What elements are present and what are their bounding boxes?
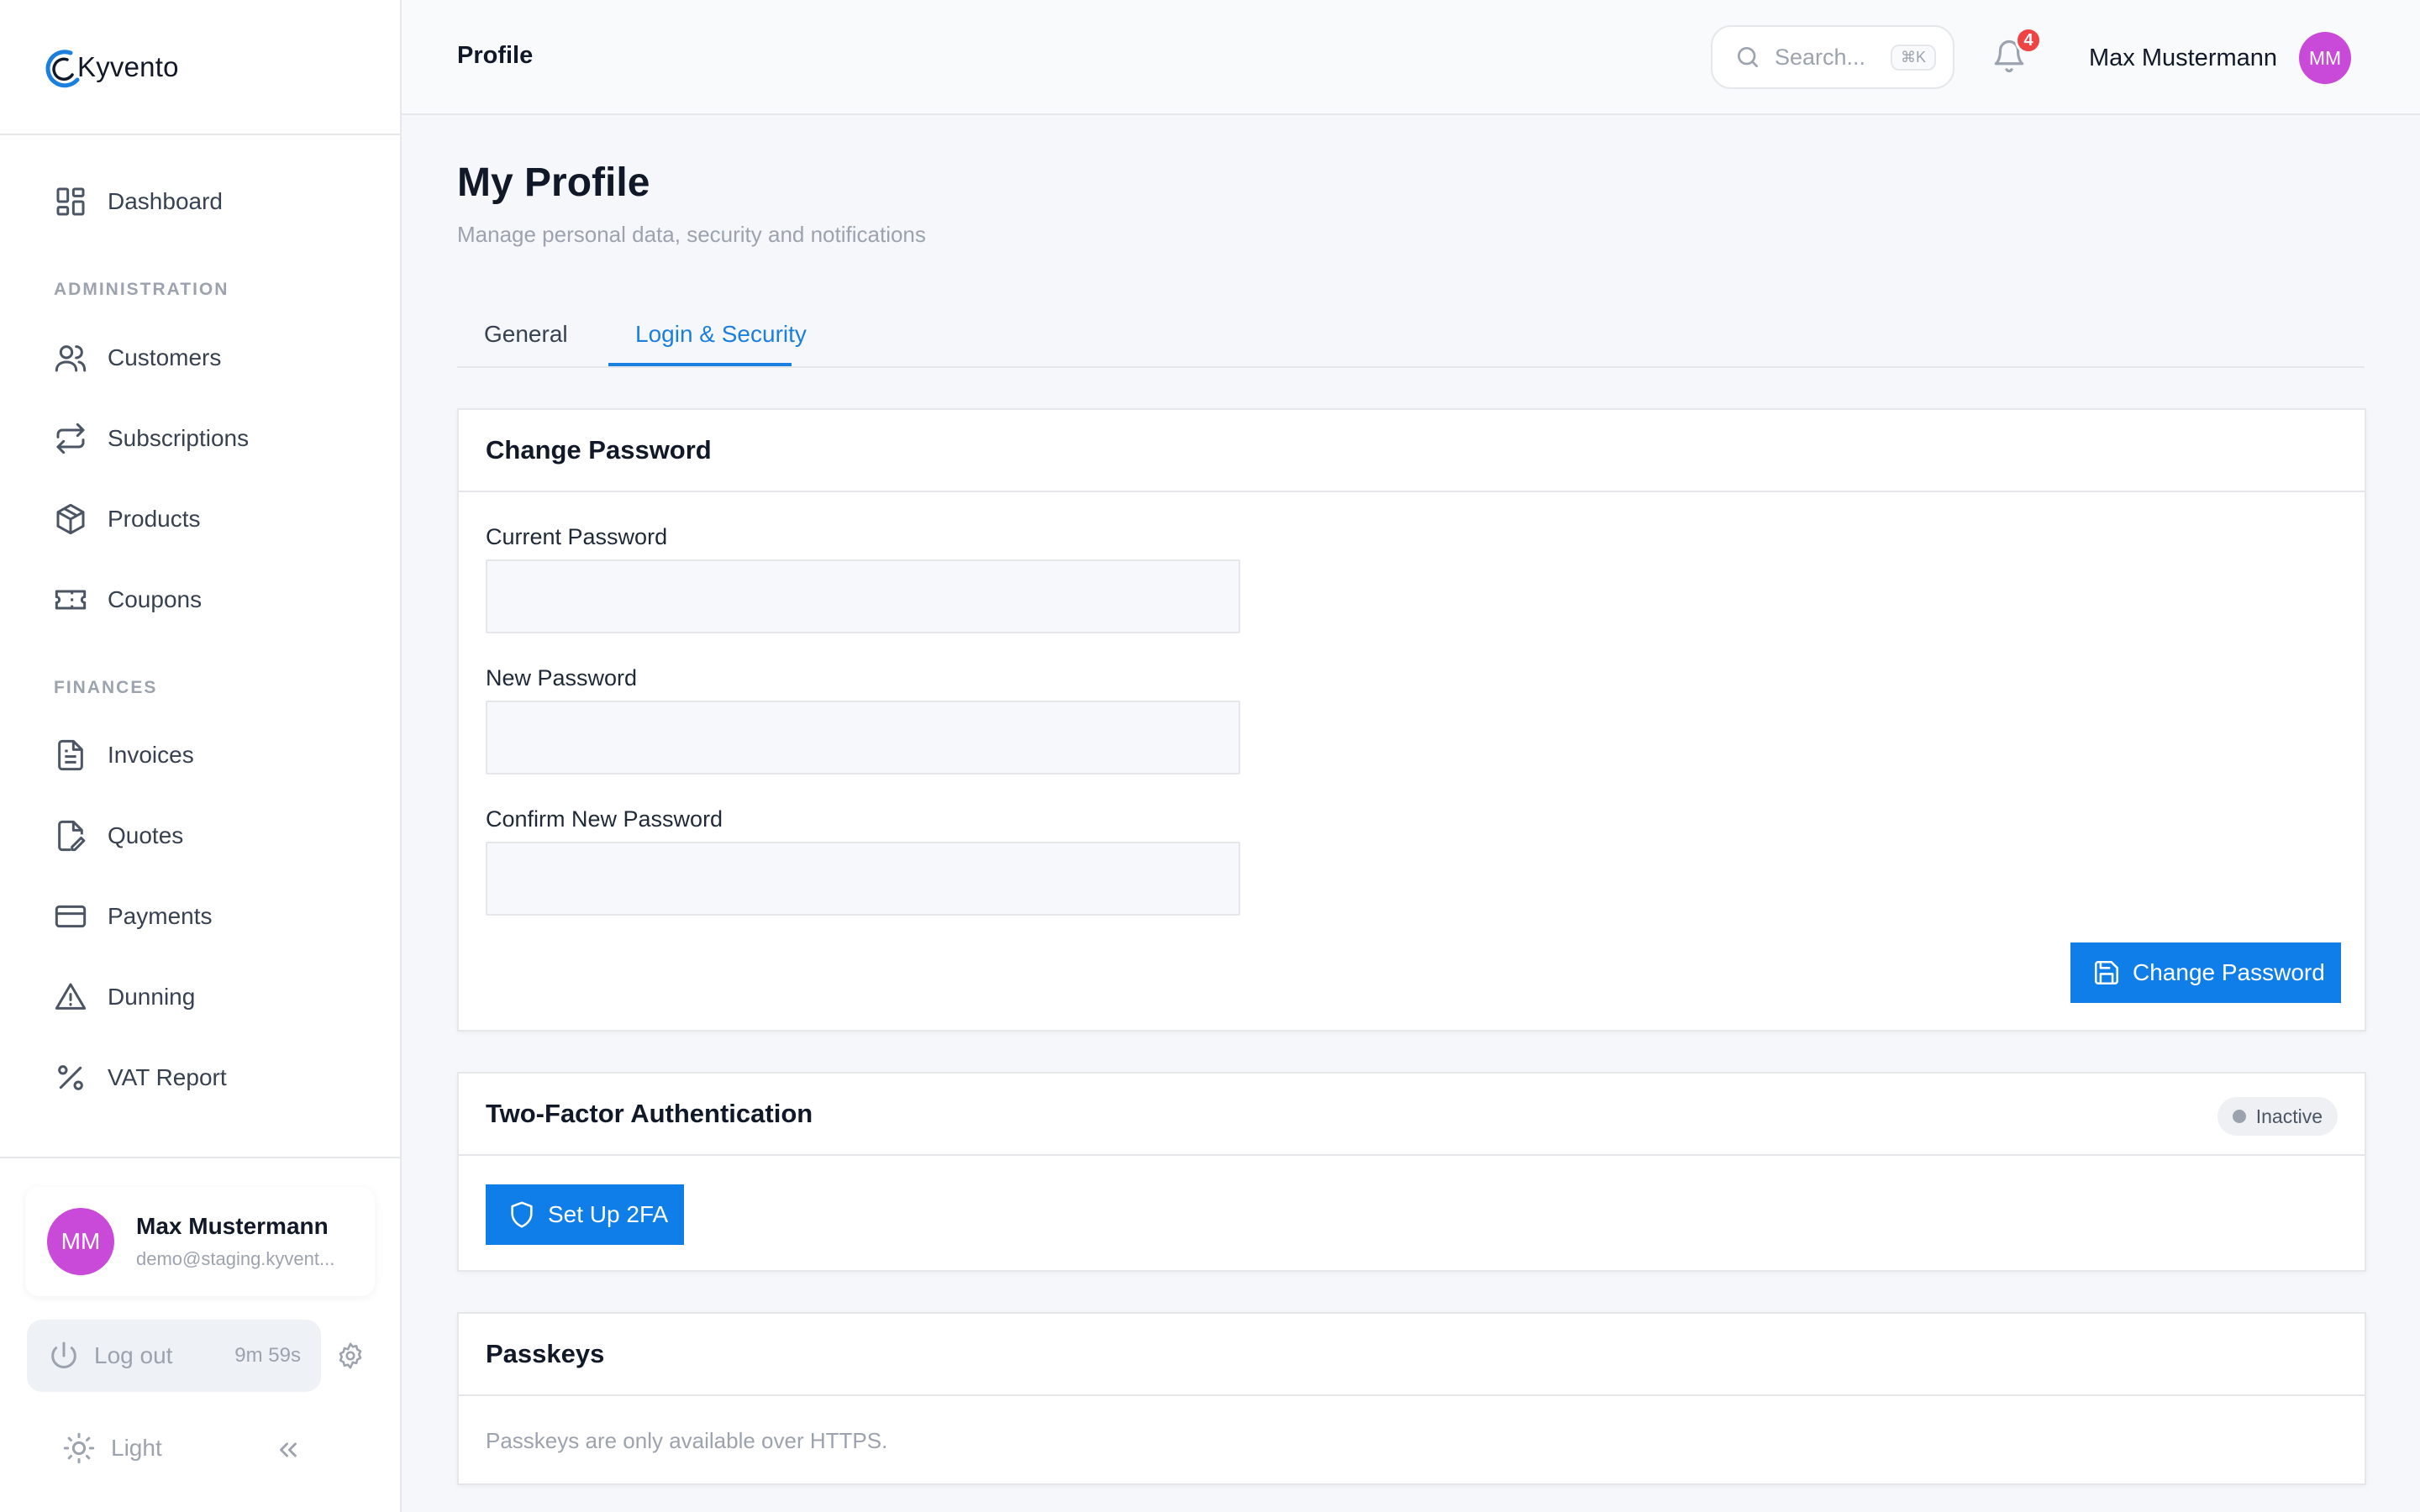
sidebar-item-subscriptions[interactable]: Subscriptions xyxy=(25,405,375,472)
topbar-title: Profile xyxy=(457,42,534,69)
current-password-label: Current Password xyxy=(486,524,668,549)
logout-label: Log out xyxy=(94,1342,173,1368)
page-subtitle: Manage personal data, security and notif… xyxy=(457,222,926,247)
notification-count-badge: 4 xyxy=(2015,27,2042,54)
user-email: demo@staging.kyvent... xyxy=(136,1248,335,1269)
package-icon xyxy=(56,503,85,535)
section-title-finances: FINANCES xyxy=(54,678,158,697)
confirm-password-label: Confirm New Password xyxy=(486,806,723,832)
theme-toggle[interactable]: Light xyxy=(62,1431,162,1465)
sidebar: Kyvento Dashboard ADMINISTRATION Custome… xyxy=(0,0,402,1512)
search-shortcut-badge: ⌘K xyxy=(1891,44,1937,71)
users-icon xyxy=(55,345,87,372)
passkeys-card: Passkeys Passkeys are only available ove… xyxy=(457,1312,2366,1485)
sidebar-item-dunning[interactable]: Dunning xyxy=(25,963,375,1031)
card-header: Change Password xyxy=(459,410,2365,492)
sidebar-item-label: Payments xyxy=(108,903,213,929)
sidebar-user-card[interactable]: MM Max Mustermann demo@staging.kyvent... xyxy=(25,1187,375,1296)
sidebar-item-label: Coupons xyxy=(108,586,203,612)
repeat-icon xyxy=(56,423,85,454)
card-title: Two-Factor Authentication xyxy=(486,1099,813,1128)
file-edit-icon xyxy=(58,820,86,852)
sidebar-item-label: Products xyxy=(108,506,201,532)
sidebar-item-label: VAT Report xyxy=(108,1064,227,1090)
sidebar-item-label: Customers xyxy=(108,344,222,370)
power-icon xyxy=(51,1341,76,1368)
brand[interactable]: Kyvento xyxy=(0,0,400,135)
credit-card-icon xyxy=(55,905,87,928)
sidebar-item-label: Dashboard xyxy=(108,188,223,214)
button-label: Change Password xyxy=(2133,959,2325,985)
sidebar-item-label: Quotes xyxy=(108,822,184,848)
sidebar-item-label: Dunning xyxy=(108,984,196,1010)
topbar-user-menu[interactable]: Max Mustermann MM xyxy=(2089,32,2352,84)
theme-label: Light xyxy=(111,1435,162,1461)
file-text-icon xyxy=(58,739,83,771)
search-input[interactable] xyxy=(1775,44,1882,71)
sidebar-item-dashboard[interactable]: Dashboard xyxy=(25,168,375,235)
sidebar-item-customers[interactable]: Customers xyxy=(25,324,375,391)
tab-general[interactable]: General xyxy=(484,321,568,348)
logout-button[interactable]: Log out 9m 59s xyxy=(27,1320,321,1392)
search-icon xyxy=(1738,47,1758,67)
topbar: Profile ⌘K 4 Max Mustermann MM xyxy=(402,0,2420,115)
sidebar-item-payments[interactable]: Payments xyxy=(25,883,375,950)
new-password-label: New Password xyxy=(486,665,638,690)
user-name: Max Mustermann xyxy=(136,1213,329,1239)
button-label: Set Up 2FA xyxy=(548,1201,669,1227)
card-header: Passkeys xyxy=(459,1314,2365,1396)
session-timer: 9m 59s xyxy=(234,1344,301,1367)
avatar: MM xyxy=(47,1208,114,1275)
alert-triangle-icon xyxy=(55,983,87,1010)
sidebar-item-label: Invoices xyxy=(108,742,194,768)
topbar-user-name: Max Mustermann xyxy=(2089,44,2278,71)
avatar: MM xyxy=(2299,32,2352,84)
tab-login-security[interactable]: Login & Security xyxy=(635,321,807,348)
sidebar-footer: MM Max Mustermann demo@staging.kyvent...… xyxy=(0,1157,400,1512)
section-title-administration: ADMINISTRATION xyxy=(54,280,229,299)
gear-icon[interactable] xyxy=(336,1341,365,1370)
change-password-card: Change Password Current Password New Pas… xyxy=(457,408,2366,1032)
sidebar-item-label: Subscriptions xyxy=(108,425,250,451)
percent-icon xyxy=(58,1065,83,1090)
brand-logo[interactable]: Kyvento xyxy=(45,46,179,88)
sun-icon xyxy=(63,1432,95,1464)
grid-icon xyxy=(56,187,85,216)
chevrons-left-icon[interactable] xyxy=(274,1436,302,1464)
new-password-input[interactable] xyxy=(486,701,1240,774)
status-label: Inactive xyxy=(2255,1105,2323,1127)
brand-name: Kyvento xyxy=(77,50,179,82)
profile-tabs: General Login & Security xyxy=(457,307,2365,368)
sidebar-item-quotes[interactable]: Quotes xyxy=(25,802,375,869)
status-badge: Inactive xyxy=(2217,1097,2338,1136)
current-password-input[interactable] xyxy=(486,559,1240,633)
setup-2fa-button[interactable]: Set Up 2FA xyxy=(486,1184,684,1245)
page-title: My Profile xyxy=(457,160,650,205)
active-tab-indicator xyxy=(608,363,792,366)
sidebar-item-vat-report[interactable]: VAT Report xyxy=(25,1044,375,1111)
card-header: Two-Factor Authentication Inactive xyxy=(459,1074,2365,1156)
confirm-password-input[interactable] xyxy=(486,842,1240,916)
sidebar-item-coupons[interactable]: Coupons xyxy=(25,566,375,633)
passkeys-note: Passkeys are only available over HTTPS. xyxy=(486,1428,888,1453)
change-password-button[interactable]: Change Password xyxy=(2070,942,2341,1003)
shield-icon xyxy=(511,1201,533,1228)
status-dot xyxy=(2232,1110,2246,1123)
sidebar-item-products[interactable]: Products xyxy=(25,486,375,553)
card-title: Change Password xyxy=(486,435,712,465)
sidebar-item-invoices[interactable]: Invoices xyxy=(25,722,375,789)
save-icon xyxy=(2094,960,2119,985)
card-title: Passkeys xyxy=(486,1339,605,1368)
two-factor-card: Two-Factor Authentication Inactive Set U… xyxy=(457,1072,2366,1272)
search-box[interactable]: ⌘K xyxy=(1711,25,1954,89)
ticket-icon xyxy=(55,590,87,610)
user-meta: Max Mustermann demo@staging.kyvent... xyxy=(136,1213,334,1270)
